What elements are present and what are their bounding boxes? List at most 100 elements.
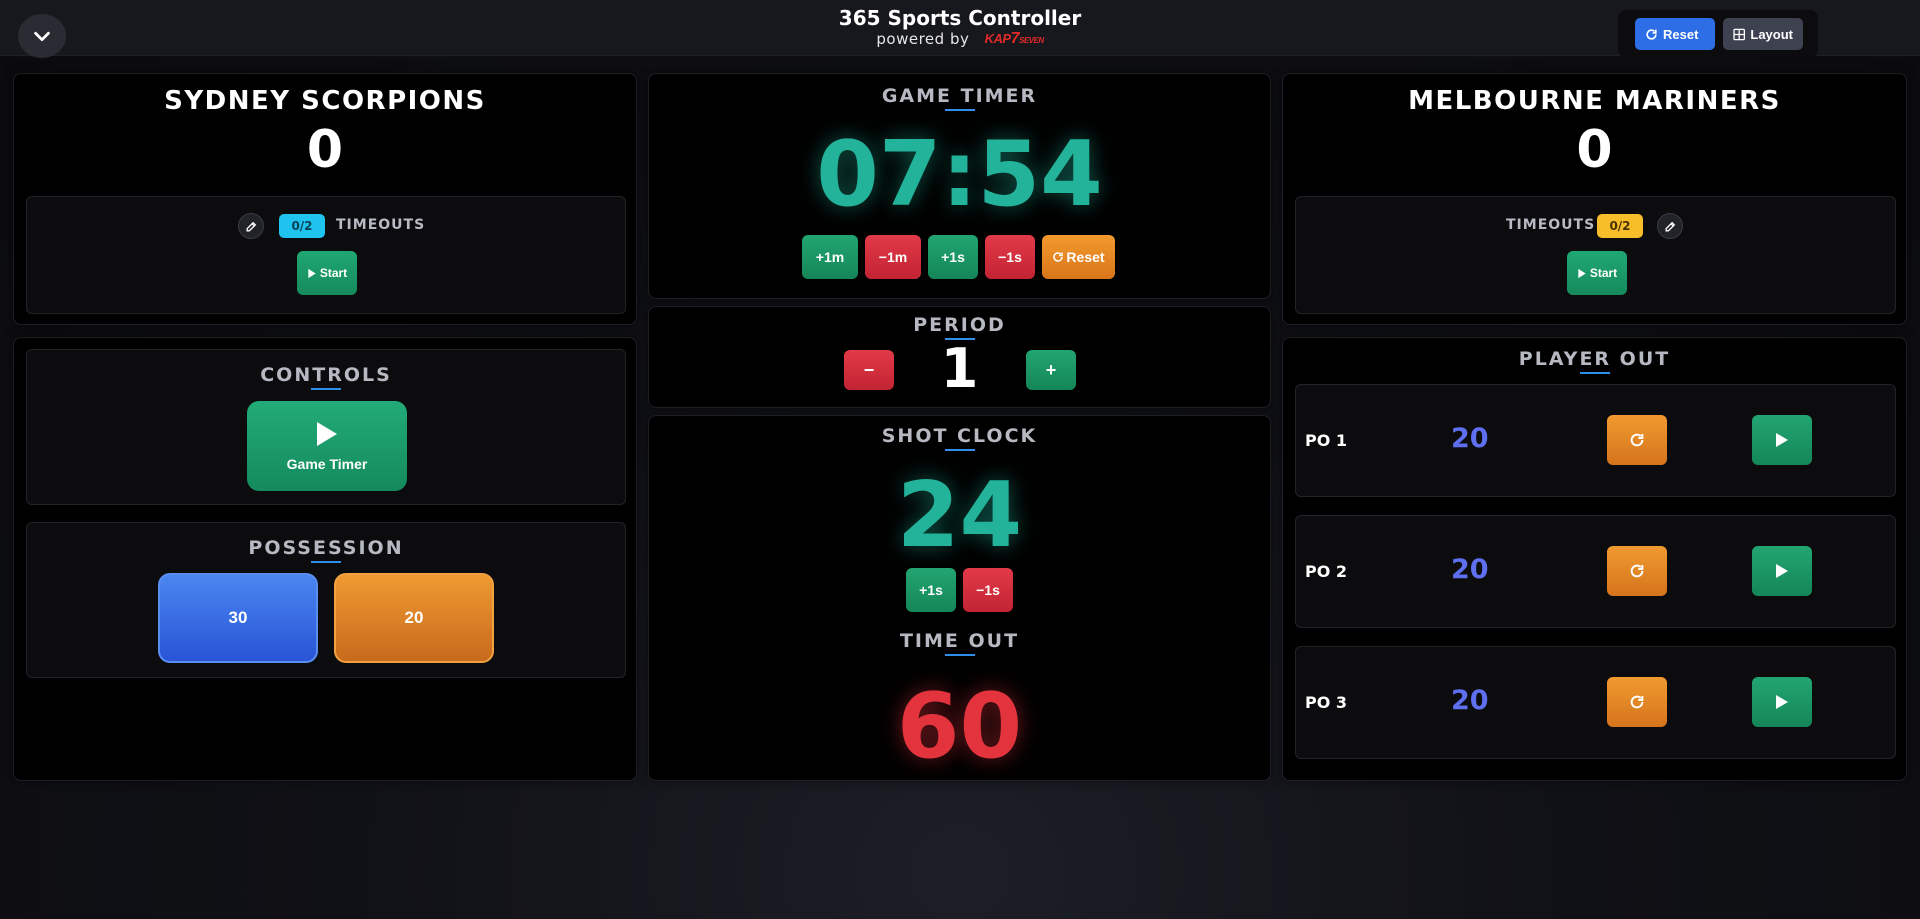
controls-title-text: CONTROLS — [260, 364, 392, 386]
possession-title-text: POSSESSION — [248, 537, 404, 559]
reset-all-button[interactable]: Reset — [1635, 18, 1715, 50]
left-controls-panel: CONTROLS Game Timer POSSESSION 30 20 — [13, 337, 637, 781]
period-panel: PERIOD − 1 + — [648, 306, 1271, 408]
play-icon — [1776, 695, 1788, 709]
game-timer-toggle-label: Game Timer — [286, 456, 368, 472]
po-play-button[interactable] — [1752, 546, 1812, 596]
title-underline — [944, 109, 975, 111]
po-reset-button[interactable] — [1607, 677, 1667, 727]
game-timer-toggle-button[interactable]: Game Timer — [247, 401, 407, 491]
title-underline — [944, 654, 975, 656]
player-out-title: PLAYER OUT — [1283, 348, 1906, 374]
layout-label: Layout — [1750, 26, 1793, 42]
po-value: 20 — [1451, 685, 1489, 716]
po-value: 20 — [1451, 423, 1489, 454]
refresh-icon — [1646, 28, 1657, 40]
edit-icon — [1664, 221, 1675, 232]
away-timeouts-box: TIMEOUTS 0/2 Start — [1295, 196, 1896, 314]
refresh-icon — [1630, 695, 1644, 709]
possession-left-button[interactable]: 30 — [158, 573, 318, 663]
title-underline — [311, 561, 341, 563]
play-icon — [1578, 268, 1586, 278]
player-out-row: PO 2 20 — [1295, 515, 1896, 628]
home-team-name: SYDNEY SCORPIONS — [164, 86, 486, 116]
possession-title: POSSESSION — [27, 537, 625, 563]
po-play-button[interactable] — [1752, 415, 1812, 465]
period-title: PERIOD — [649, 314, 1270, 340]
subtract-minute-button[interactable]: −1m — [865, 235, 921, 279]
home-timeouts-label: TIMEOUTS — [336, 217, 426, 233]
away-timeouts-badge: 0/2 — [1597, 214, 1643, 238]
po-reset-button[interactable] — [1607, 415, 1667, 465]
controls-box: CONTROLS Game Timer — [26, 349, 626, 505]
layout-button[interactable]: Layout — [1723, 18, 1803, 50]
reset-label: Reset — [1663, 26, 1699, 42]
title-underline — [1579, 372, 1610, 374]
top-actions: Reset Layout — [1618, 10, 1818, 58]
home-start-label: Start — [319, 266, 348, 280]
game-timer-title-text: GAME TIMER — [881, 85, 1038, 107]
possession-right-value: 20 — [404, 608, 424, 627]
brand-logo: KAP7SEVEN — [984, 30, 1044, 47]
game-timer-adjust-row: +1m −1m +1s −1s Reset — [802, 235, 1115, 279]
add-second-button[interactable]: +1s — [928, 235, 978, 279]
grid-icon — [1733, 28, 1745, 40]
away-start-label: Start — [1589, 266, 1618, 280]
home-team-panel: SYDNEY SCORPIONS 0 0/2 TIMEOUTS Start — [13, 73, 637, 325]
refresh-icon — [1630, 433, 1644, 447]
period-increment-button[interactable]: + — [1026, 350, 1076, 390]
game-timer-panel: GAME TIMER 07:54 +1m −1m +1s −1s Reset — [648, 73, 1271, 299]
timer-reset-label: Reset — [1066, 249, 1105, 265]
home-edit-button[interactable] — [238, 213, 264, 239]
play-icon — [317, 422, 337, 446]
play-icon — [308, 268, 316, 278]
game-timer-title: GAME TIMER — [649, 85, 1270, 111]
po-play-button[interactable] — [1752, 677, 1812, 727]
edit-icon — [245, 221, 256, 232]
home-start-button[interactable]: Start — [297, 251, 357, 295]
away-edit-button[interactable] — [1657, 213, 1683, 239]
game-timer-display: 07:54 — [816, 122, 1103, 227]
add-minute-button[interactable]: +1m — [802, 235, 858, 279]
subtract-second-button[interactable]: −1s — [985, 235, 1035, 279]
shot-clock-adjust-row: +1s −1s — [906, 568, 1013, 612]
title-underline — [311, 388, 341, 390]
shot-clock-display: 24 — [896, 463, 1023, 568]
po-label: PO 1 — [1305, 431, 1348, 450]
possession-box: POSSESSION 30 20 — [26, 522, 626, 678]
title-underline — [944, 449, 975, 451]
period-title-text: PERIOD — [913, 314, 1006, 336]
away-team-panel: MELBOURNE MARINERS 0 TIMEOUTS 0/2 Start — [1282, 73, 1907, 325]
controls-title: CONTROLS — [27, 364, 625, 390]
away-team-score: 0 — [1576, 120, 1613, 180]
timer-reset-button[interactable]: Reset — [1042, 235, 1115, 279]
time-out-title-text: TIME OUT — [899, 630, 1020, 652]
home-team-score: 0 — [306, 120, 344, 180]
player-out-panel: PLAYER OUT PO 1 20 PO 2 20 PO 3 20 — [1282, 337, 1907, 781]
away-timeouts-label: TIMEOUTS — [1506, 217, 1596, 233]
possession-right-button[interactable]: 20 — [334, 573, 494, 663]
shot-clock-title-text: SHOT CLOCK — [881, 425, 1038, 447]
po-value: 20 — [1451, 554, 1489, 585]
refresh-icon — [1053, 252, 1064, 262]
po-label: PO 3 — [1305, 693, 1348, 712]
possession-left-value: 30 — [228, 608, 248, 627]
play-icon — [1776, 564, 1788, 578]
time-out-display: 60 — [896, 674, 1023, 779]
shot-clock-subtract-second-button[interactable]: −1s — [963, 568, 1013, 612]
home-timeouts-box: 0/2 TIMEOUTS Start — [26, 196, 626, 314]
play-icon — [1776, 433, 1788, 447]
top-bar: 365 Sports Controller powered by KAP7SEV… — [0, 0, 1920, 58]
refresh-icon — [1630, 564, 1644, 578]
home-timeouts-badge: 0/2 — [279, 214, 325, 238]
po-label: PO 2 — [1305, 562, 1348, 581]
player-out-row: PO 1 20 — [1295, 384, 1896, 497]
shot-clock-add-second-button[interactable]: +1s — [906, 568, 956, 612]
player-out-title-text: PLAYER OUT — [1518, 348, 1671, 370]
time-out-title: TIME OUT — [649, 630, 1270, 656]
away-team-name: MELBOURNE MARINERS — [1408, 86, 1781, 116]
po-reset-button[interactable] — [1607, 546, 1667, 596]
away-start-button[interactable]: Start — [1567, 251, 1627, 295]
shot-clock-title: SHOT CLOCK — [649, 425, 1270, 451]
shot-clock-panel: SHOT CLOCK 24 +1s −1s TIME OUT 60 — [648, 415, 1271, 781]
